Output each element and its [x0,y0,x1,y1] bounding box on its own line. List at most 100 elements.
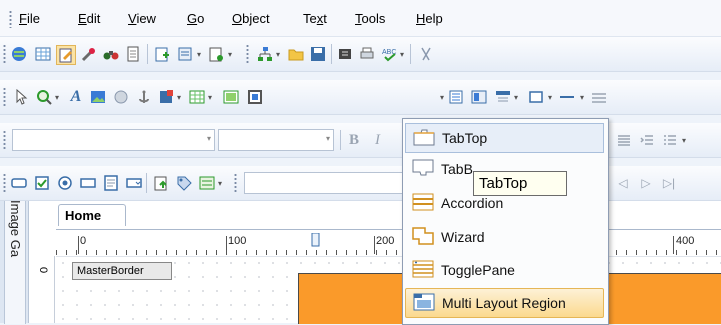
separator [146,173,147,193]
table-object-icon[interactable] [188,88,206,106]
toolbar-grip[interactable] [3,130,6,150]
file-upload-icon[interactable] [152,174,170,192]
page-properties-icon[interactable] [176,45,194,63]
new-page-icon[interactable] [153,45,171,63]
document-icon[interactable] [124,45,142,63]
print-icon[interactable] [358,45,376,63]
publish-icon[interactable] [336,45,354,63]
toolbar-format: ▾ ▾ B I ▾ [0,123,721,158]
toolbar-grip[interactable] [234,173,237,193]
menu-object[interactable]: Object [232,11,270,27]
dropdown-item-label: Multi Layout Region [442,295,566,311]
last-page-icon[interactable]: ▷| [660,174,678,192]
master-border-label[interactable]: MasterBorder [72,262,172,280]
table-icon[interactable] [34,45,52,63]
ruler-mark-200: 200 [376,235,395,247]
anchor-icon[interactable] [135,88,153,106]
dropdown-arrow[interactable]: ▾ [55,93,59,102]
dropdown-arrow[interactable]: ▾ [197,50,201,59]
list-object-icon[interactable] [447,88,465,106]
open-folder-icon[interactable] [287,45,305,63]
edit-page-icon[interactable] [56,45,76,65]
tag-icon[interactable] [175,174,193,192]
text-object-icon[interactable]: A [67,88,85,106]
dropdown-arrow[interactable]: ▾ [400,50,404,59]
first-page-icon[interactable]: ◁ [614,174,632,192]
align-justify-icon[interactable] [615,131,633,149]
zoom-icon[interactable] [35,88,53,106]
dropdown-arrow[interactable]: ▾ [276,50,280,59]
dropdown-arrow[interactable]: ▾ [228,50,232,59]
image-object-icon[interactable] [89,88,107,106]
menu-file[interactable]: File [19,11,40,27]
dropdown-arrow[interactable]: ▾ [218,179,222,188]
textfield-control-icon[interactable] [79,174,97,192]
tab-home[interactable]: Home [58,204,126,226]
dropdown-item-togglepane[interactable]: TogglePane [405,255,604,285]
dropdown-arrow[interactable]: ▾ [548,93,552,102]
radio-control-icon[interactable] [56,174,74,192]
checkbox-control-icon[interactable] [33,174,51,192]
menu-help[interactable]: Help [416,11,443,27]
dropdown-arrow[interactable]: ▾ [682,136,686,145]
menu-view[interactable]: View [128,11,156,27]
save-icon[interactable] [309,45,327,63]
next-page-icon[interactable]: ▷ [637,174,655,192]
sitemap-icon[interactable] [256,45,274,63]
dropdown-arrow[interactable]: ▾ [208,93,212,102]
dropdown-arrow[interactable]: ▾ [177,93,181,102]
line-icon[interactable] [558,88,576,106]
menu-object-icon[interactable] [470,88,488,106]
textarea-control-icon[interactable] [102,174,120,192]
toolbar-grip[interactable] [3,173,6,193]
cut-icon[interactable] [417,45,435,63]
frame-object-icon[interactable] [246,88,264,106]
binoculars-icon[interactable] [102,45,120,63]
list-icon[interactable] [661,131,679,149]
globe-icon[interactable] [10,45,28,63]
font-family-select[interactable]: ▾ [12,129,215,151]
font-size-select[interactable]: ▾ [218,129,334,151]
tools-icon[interactable] [80,45,98,63]
button-control-icon[interactable] [10,174,28,192]
pointer-icon[interactable] [12,88,30,106]
layout-region-icon[interactable] [222,88,240,106]
line-style-icon[interactable] [590,88,608,106]
dropdown-arrow[interactable]: ▾ [440,93,444,102]
menu-bar: File Edit View Go Object Text Tools Help [0,0,721,37]
combobox-control-icon[interactable] [125,174,143,192]
indent-icon[interactable] [638,131,656,149]
dropdown-item-tabtop[interactable]: TabTop [405,123,604,153]
tabtop-icon [412,127,438,149]
form-field-input[interactable] [244,172,404,194]
ruler-mark-400: 400 [676,235,695,247]
menu-text[interactable]: Text [303,11,327,27]
menu-go[interactable]: Go [187,11,204,27]
rectangle-icon[interactable] [527,88,545,106]
ruler-marker-icon[interactable] [311,233,321,247]
menu-edit[interactable]: Edit [78,11,100,27]
wizard-icon [411,226,437,248]
shape-object-icon[interactable] [112,88,130,106]
togglepane-icon [411,259,437,281]
toolbar-grip[interactable] [246,44,249,64]
ruler-tick [374,236,375,254]
form-layout-icon[interactable] [198,174,216,192]
multi-layout-region-icon [412,292,438,314]
form-object-icon[interactable] [157,88,175,106]
chevron-down-icon: ▾ [325,134,330,143]
navigation-bar-icon[interactable] [494,88,512,106]
dropdown-item-wizard[interactable]: Wizard [405,222,604,252]
menubar-grip[interactable] [9,10,12,28]
dropdown-arrow[interactable]: ▾ [514,93,518,102]
bold-button[interactable]: B [349,132,359,149]
accordion-icon [411,192,437,214]
page-add-icon[interactable] [207,45,225,63]
dropdown-item-multi-layout-region[interactable]: Multi Layout Region [405,288,604,318]
toolbar-grip[interactable] [3,44,6,64]
italic-button[interactable]: I [375,132,380,149]
dropdown-arrow[interactable]: ▾ [580,93,584,102]
menu-tools[interactable]: Tools [355,11,385,27]
spell-check-icon[interactable]: ABC [381,45,399,63]
toolbar-grip[interactable] [3,87,6,107]
